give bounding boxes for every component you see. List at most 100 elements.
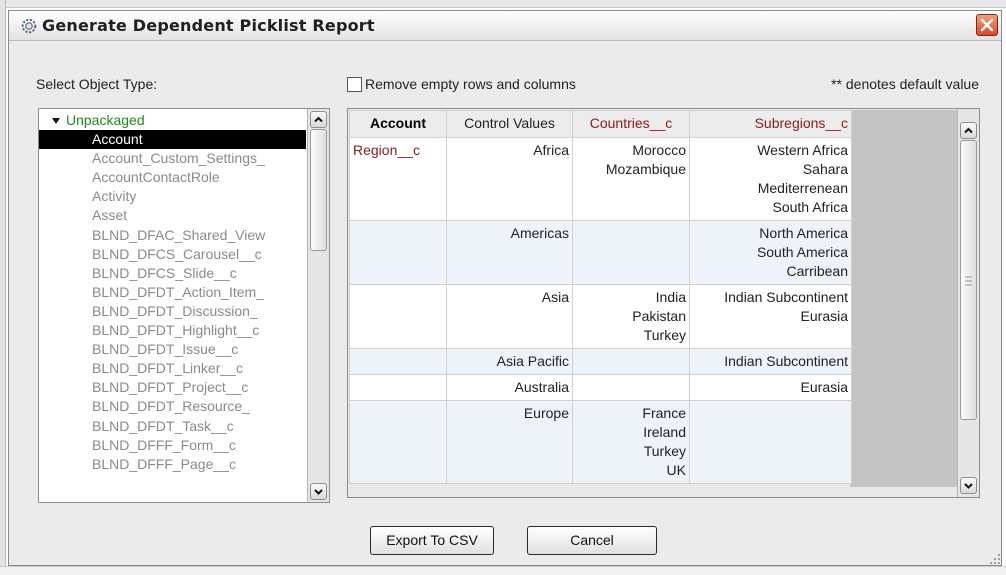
picklist-report-table-area: Account Control Values Countries__c Subregi… [347, 108, 980, 498]
object-list-scroll-thumb[interactable] [310, 129, 327, 251]
table-row: Region__c Africa Morocco Mozambique Western … [349, 137, 852, 221]
object-list-item[interactable]: BLND_DFDT_Linker__c [39, 359, 305, 378]
picklist-report-table: Account Control Values Countries__c Subregi… [349, 110, 852, 484]
subregions-cell: Indian Subcontinent Eurasia [689, 284, 852, 349]
object-list-item[interactable]: AccountContactRole [39, 168, 305, 187]
countries-cell [572, 374, 690, 401]
table-row: Asia Pacific Indian Subcontinent [349, 348, 852, 375]
subregion-value: Eurasia [800, 379, 848, 395]
object-list-item[interactable]: BLND_DFAC_Shared_View [39, 226, 305, 245]
export-to-csv-button[interactable]: Export To CSV [370, 526, 494, 555]
subregions-cell: Western Africa Sahara Mediterrenean South A… [689, 137, 852, 221]
control-value-cell: Europe [446, 400, 573, 484]
object-list-scrollbar[interactable] [307, 109, 329, 502]
table-scrollbar[interactable] [957, 109, 979, 497]
table-scroll-down-button[interactable] [960, 477, 977, 494]
object-list-item[interactable]: Activity [39, 187, 305, 206]
table-header-cell: Control Values [446, 110, 573, 138]
chevron-up-icon [964, 127, 973, 134]
countries-cell: Morocco Mozambique [572, 137, 690, 221]
table-header-cell: Countries__c [572, 110, 690, 138]
object-list-item[interactable]: BLND_DFDT_Issue__c [39, 340, 305, 359]
object-list-item[interactable]: BLND_DFDT_Task__c [39, 417, 305, 436]
table-header-cell: Subregions__c [689, 110, 852, 138]
subregion-value: Western Africa [757, 142, 848, 158]
object-group-unpackaged[interactable]: Unpackaged [51, 111, 145, 130]
object-list-item[interactable]: BLND_DFCS_Slide__c [39, 264, 305, 283]
remove-empty-label[interactable]: Remove empty rows and columns [365, 76, 576, 92]
subregion-value: Indian Subcontinent [724, 353, 848, 369]
row-label-cell [349, 348, 447, 375]
subregions-cell [689, 400, 852, 484]
country-value: France [642, 405, 686, 421]
control-value-cell: Americas [446, 220, 573, 285]
object-list-item[interactable]: Account_Custom_Settings_ [39, 149, 305, 168]
select-object-type-label: Select Object Type: [36, 76, 158, 92]
group-label[interactable]: Unpackaged [66, 112, 145, 128]
table-row: Australia Eurasia [349, 374, 852, 401]
object-list-scroll-down-button[interactable] [310, 483, 327, 500]
resize-grip-icon[interactable] [987, 551, 1001, 565]
object-list-item[interactable]: BLND_DFDT_Project__c [39, 378, 305, 397]
close-button[interactable] [976, 14, 998, 36]
subregion-value: Carribean [786, 263, 848, 279]
subregion-value: Indian Subcontinent [724, 289, 848, 305]
gear-icon [21, 18, 37, 34]
grip-icon [965, 276, 972, 286]
object-list-item[interactable]: BLND_DFDT_Action_Item_ [39, 283, 305, 302]
object-list-item[interactable]: Account [39, 130, 306, 149]
close-icon [980, 18, 994, 32]
row-label-cell [349, 374, 447, 401]
countries-cell: France Ireland Turkey UK [572, 400, 690, 484]
row-label-cell: Region__c [349, 137, 447, 221]
subregion-value: South Africa [772, 199, 849, 215]
object-list-item[interactable]: BLND_DFDT_Highlight__c [39, 321, 305, 340]
country-value: UK [666, 462, 686, 478]
cancel-button[interactable]: Cancel [527, 526, 657, 555]
background-left-edge [0, 0, 6, 575]
subregions-cell: Eurasia [689, 374, 852, 401]
object-type-list[interactable]: Unpackaged Account Account_Custom_Settings… [38, 108, 330, 503]
dependent-picklist-report-dialog: Generate Dependent Picklist Report Selec… [8, 10, 1002, 566]
country-value: Turkey [643, 443, 686, 459]
subregions-cell: Indian Subcontinent [689, 348, 852, 375]
default-value-note: ** denotes default value [831, 76, 979, 92]
control-value-cell: Asia Pacific [446, 348, 573, 375]
background-toolbar-strip [0, 0, 1006, 8]
country-value: Morocco [632, 142, 686, 158]
subregions-cell: North America South America Carribean [689, 220, 852, 285]
table-scroll-thumb[interactable] [960, 140, 977, 420]
country-value: Ireland [643, 424, 686, 440]
table-scroll-up-button[interactable] [960, 122, 977, 139]
country-value: Pakistan [632, 308, 686, 324]
dialog-title: Generate Dependent Picklist Report [42, 16, 375, 35]
table-row: Asia India Pakistan Turkey Indian Subcontine… [349, 284, 852, 349]
object-list-item[interactable]: BLND_DFCS_Carousel__c [39, 245, 305, 264]
object-list-item[interactable]: BLND_DFDT_Discussion_ [39, 302, 305, 321]
object-list-item[interactable]: BLND_DFFF_Page__c [39, 455, 305, 474]
country-value: India [655, 289, 686, 305]
country-value: Turkey [643, 327, 686, 343]
control-value-cell: Australia [446, 374, 573, 401]
chevron-up-icon [314, 116, 323, 123]
subregion-value: North America [759, 225, 848, 241]
triangle-down-icon [52, 118, 60, 125]
control-value-cell: Asia [446, 284, 573, 349]
object-list-item[interactable]: BLND_DFDT_Resource_ [39, 397, 305, 416]
subregion-value: Mediterrenean [757, 180, 848, 196]
object-list-item[interactable]: BLND_DFFF_Form__c [39, 436, 305, 455]
row-label-cell [349, 220, 447, 285]
background-bottom-strip [0, 566, 1006, 575]
subregion-value: South America [756, 244, 848, 260]
countries-cell [572, 348, 690, 375]
chevron-down-icon [964, 483, 973, 489]
object-list-item[interactable]: Asset [39, 206, 305, 225]
object-list-scroll-up-button[interactable] [310, 111, 327, 128]
dialog-titlebar[interactable]: Generate Dependent Picklist Report [9, 11, 1001, 41]
country-value: Mozambique [605, 161, 686, 177]
countries-cell [572, 220, 690, 285]
remove-empty-option[interactable]: Remove empty rows and columns [347, 75, 576, 93]
remove-empty-checkbox[interactable] [347, 76, 362, 92]
chevron-down-icon [314, 489, 323, 495]
table-empty-region [850, 110, 958, 487]
